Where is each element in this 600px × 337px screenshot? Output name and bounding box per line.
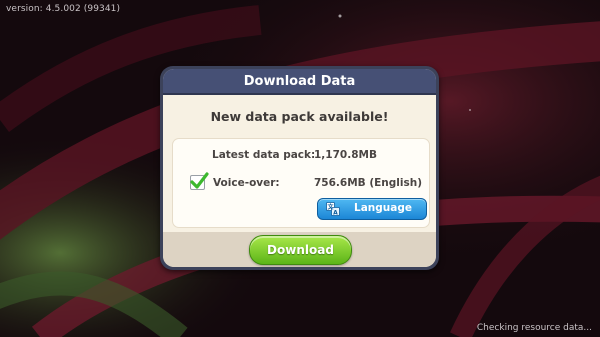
dialog-headline: New data pack available! <box>210 109 389 124</box>
data-pack-info-box: Latest data pack: 1,170.8MB Voice-over: … <box>172 138 430 228</box>
language-button[interactable]: 文 A Language <box>317 198 427 220</box>
loading-status-text: Checking resource data... <box>476 323 592 333</box>
dialog-content: New data pack available! Latest data pac… <box>163 95 436 232</box>
download-data-dialog: Download Data New data pack available! L… <box>160 66 439 270</box>
latest-data-pack-size: 1,170.8MB <box>314 149 377 161</box>
voice-over-checkbox[interactable] <box>190 172 209 190</box>
dialog-title: Download Data <box>243 73 356 89</box>
download-button[interactable]: Download <box>249 235 352 265</box>
translate-icon: 文 A <box>326 202 340 216</box>
language-button-label: Language <box>354 202 412 214</box>
checkmark-icon <box>190 172 209 189</box>
version-label: version: 4.5.002 (99341) <box>6 4 121 14</box>
dialog-title-bar: Download Data <box>163 69 436 95</box>
dialog-footer: Download <box>163 232 436 267</box>
voice-over-label: Voice-over: <box>213 177 280 189</box>
download-button-label: Download <box>267 243 334 257</box>
svg-text:A: A <box>333 209 338 216</box>
latest-data-pack-label: Latest data pack: <box>212 149 316 161</box>
voice-over-size: 756.6MB (English) <box>314 177 423 189</box>
dialog-panel: Download Data New data pack available! L… <box>163 69 436 267</box>
